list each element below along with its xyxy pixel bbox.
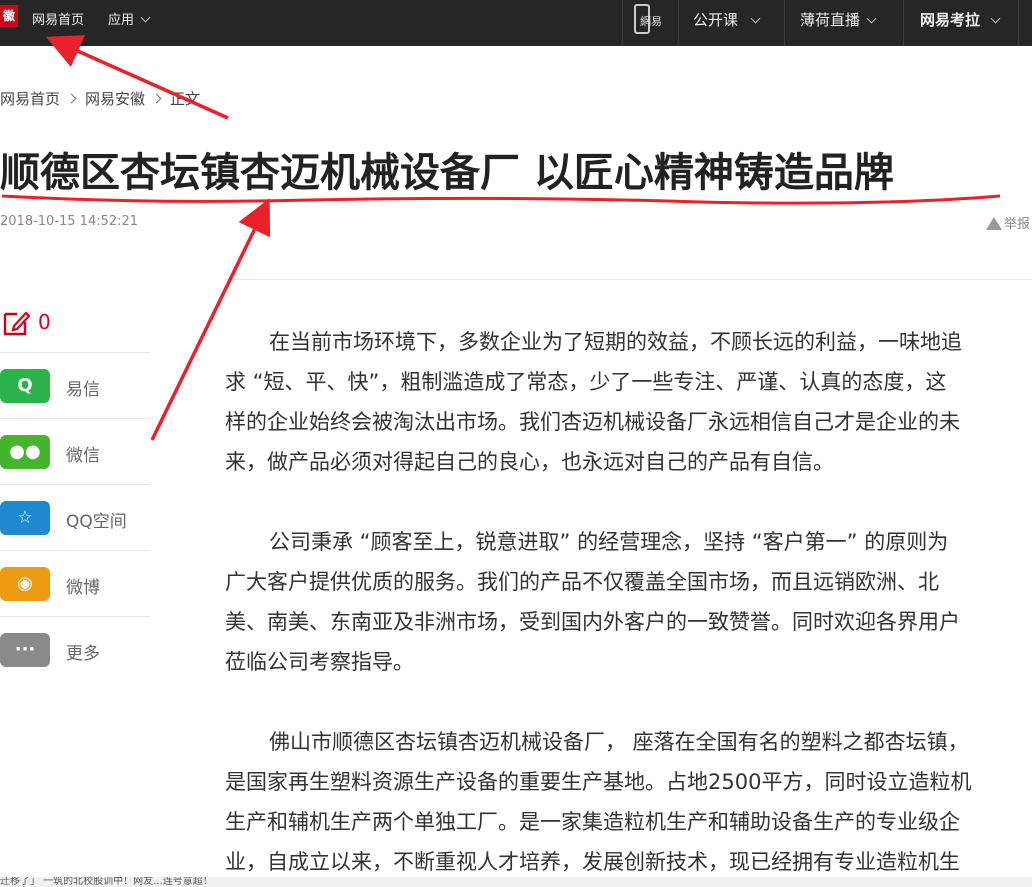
divider (225, 279, 1032, 280)
kaola-menu[interactable]: 网易考拉 (920, 9, 1001, 30)
share-item[interactable]: ☆ QQ空间 (0, 484, 150, 550)
divider (903, 0, 904, 46)
qzone-icon: ☆ (0, 501, 50, 535)
bottom-news-ticker[interactable]: 迁移了」 一筑的北校股训中！网友...连号意超！ (0, 877, 1032, 887)
paragraph-line: 生产和辅机生产两个单独工厂。是一家集造粒机生产和辅助设备生产的专业级企 (225, 810, 960, 834)
wechat-icon: ●● (0, 435, 50, 469)
paragraph-line: 佛山市顺德区杏坛镇杏迈机械设备厂， 座落在全国有名的塑料之都杏坛镇， (269, 730, 969, 754)
comment-edit-icon (3, 311, 30, 336)
paragraph-line: 来，做产品必须对得起自己的良心，也永远对自己的产品有自信。 (225, 450, 834, 474)
chevron-down-icon (990, 13, 1001, 24)
share-item-label: 微信 (66, 446, 100, 466)
share-list: Q 易信 ●● 微信 ☆ QQ空间 ◉ 微博 ··· 更多 (0, 352, 150, 682)
breadcrumb-anhui-link[interactable]: 网易安徽 (85, 90, 145, 108)
comment-count: 0 (38, 310, 51, 334)
share-item-label: 更多 (66, 644, 100, 664)
chevron-right-icon (151, 93, 162, 104)
nav-apps-label: 应用 (108, 13, 135, 28)
article-title: 顺德区杏坛镇杏迈机械设备厂 以匠心精神铸造品牌 (0, 150, 894, 196)
divider (1018, 0, 1019, 46)
article-paragraph: 佛山市顺德区杏坛镇杏迈机械设备厂， 座落在全国有名的塑料之都杏坛镇， 是国家再生塑… (225, 722, 1032, 882)
open-course-label: 公开课 (693, 11, 739, 29)
share-item[interactable]: ◉ 微博 (0, 550, 150, 616)
bohe-live-label: 薄荷直播 (800, 11, 861, 29)
more-icon: ··· (0, 633, 50, 667)
paragraph-line: 公司秉承 “顾客至上，锐意进取” 的经营理念，坚持 “客户第一” 的原则为 (269, 530, 949, 554)
chevron-down-icon (866, 13, 877, 24)
publish-date: 2018-10-15 14:52:21 (0, 214, 139, 229)
share-item-label: 易信 (66, 380, 100, 400)
report-link[interactable]: 举报 (986, 213, 1030, 232)
paragraph-line: 是国家再生塑料资源生产设备的重要生产基地。占地2500平方，同时设立造粒机 (225, 770, 972, 794)
chevron-down-icon (750, 13, 761, 24)
report-label: 举报 (1004, 217, 1031, 232)
paragraph-line: 在当前市场环境下，多数企业为了短期的效益，不顾长远的利益，一味地追 (269, 330, 962, 354)
breadcrumb-home-link[interactable]: 网易首页 (0, 90, 60, 108)
open-course-menu[interactable]: 公开课 (693, 9, 761, 30)
chevron-right-icon (66, 93, 77, 104)
mobile-app-button[interactable]: 網易 (632, 3, 670, 39)
share-item-label: 微博 (66, 578, 100, 598)
paragraph-line: 求 “短、平、快”，粗制滥造成了常态，少了一些专注、严谨、认真的态度，这 (225, 370, 947, 394)
paragraph-line: 广大客户提供优质的服务。我们的产品不仅覆盖全国市场，而且远销欧洲、北 (225, 570, 939, 594)
chevron-down-icon (140, 12, 151, 23)
nav-apps-menu[interactable]: 应用 (108, 9, 151, 28)
comment-button[interactable]: 0 (2, 306, 62, 340)
article-body: 在当前市场环境下，多数企业为了短期的效益，不顾长远的利益，一味地追求 “短、平、… (225, 322, 1032, 882)
divider (784, 0, 785, 46)
mobile-app-label: 網易 (640, 15, 662, 28)
paragraph-line: 莅临公司考察指导。 (225, 650, 414, 674)
share-item[interactable]: ●● 微信 (0, 418, 150, 484)
divider (622, 0, 623, 46)
paragraph-line: 样的企业始终会被淘汰出市场。我们杏迈机械设备厂永远相信自己才是企业的未 (225, 410, 960, 434)
article-paragraph: 公司秉承 “顾客至上，锐意进取” 的经营理念，坚持 “客户第一” 的原则为广大客… (225, 522, 1032, 682)
bohe-live-menu[interactable]: 薄荷直播 (800, 9, 877, 30)
netease-logo-icon[interactable]: 徽 (0, 5, 18, 27)
share-item-label: QQ空间 (66, 512, 127, 532)
top-nav-bar: 徽 网易首页 应用 網易 公开课 薄荷直播 网易考拉 (0, 0, 1032, 46)
share-item[interactable]: ··· 更多 (0, 616, 150, 682)
warning-icon (986, 217, 1002, 230)
share-item[interactable]: Q 易信 (0, 352, 150, 418)
page: 徽 网易首页 应用 網易 公开课 薄荷直播 网易考拉 网易首页 网易安徽 正文 顺德… (0, 0, 1032, 887)
paragraph-line: 业，自成立以来，不断重视人才培养，发展创新技术，现已经拥有专业造粒机生 (225, 850, 960, 874)
paragraph-line: 美、南美、东南亚及非洲市场，受到国内外客户的一致赞誉。同时欢迎各界用户 (225, 610, 960, 634)
breadcrumb-current: 正文 (170, 90, 201, 108)
yixin-icon: Q (0, 369, 50, 403)
kaola-label: 网易考拉 (920, 11, 981, 29)
nav-home-link[interactable]: 网易首页 (32, 9, 84, 28)
weibo-icon: ◉ (0, 567, 50, 601)
article-paragraph: 在当前市场环境下，多数企业为了短期的效益，不顾长远的利益，一味地追求 “短、平、… (225, 322, 1032, 482)
breadcrumb: 网易首页 网易安徽 正文 (0, 88, 200, 109)
divider (678, 0, 679, 46)
